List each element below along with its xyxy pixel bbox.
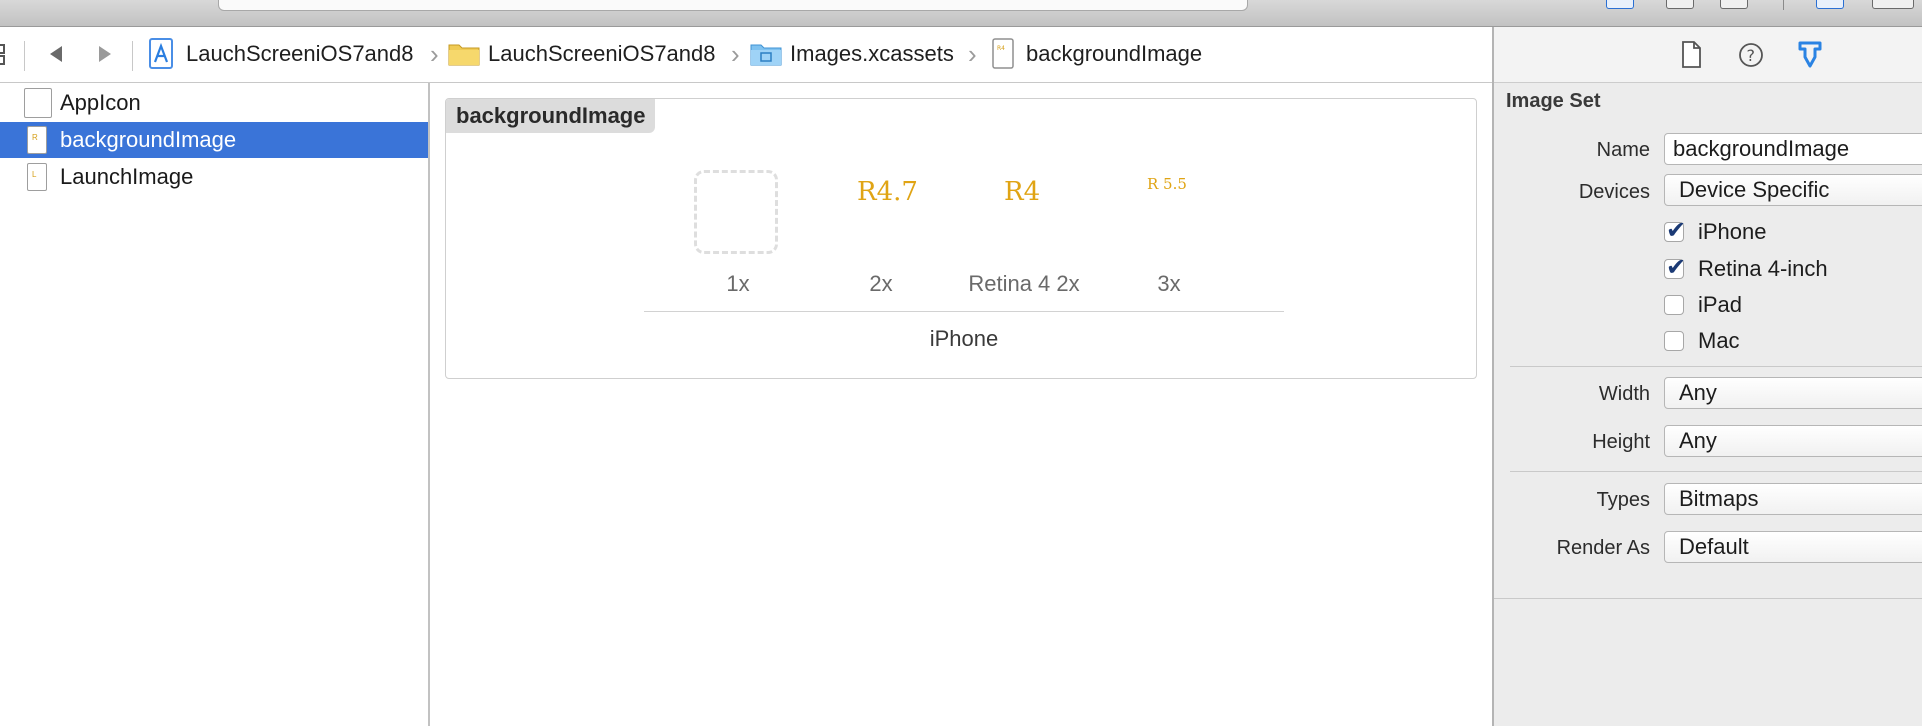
folder-icon (448, 44, 480, 66)
mac-checkbox[interactable] (1664, 331, 1684, 351)
retina4-checkbox[interactable]: ✔ (1664, 254, 1686, 281)
inspector-divider (1510, 471, 1922, 472)
asset-list: AppIcon R backgroundImage L LaunchImage (0, 83, 430, 726)
jump-bar-project[interactable]: LauchScreeniOS7and8 (186, 41, 414, 67)
image-slot-retina4-2x[interactable]: R4 (964, 159, 1084, 279)
device-group-label: iPhone (929, 326, 999, 351)
attributes-inspector-icon[interactable] (1796, 40, 1824, 70)
devices-popup[interactable]: Device Specific (1664, 174, 1922, 206)
device-group-divider (644, 311, 1284, 312)
jump-bar-catalog[interactable]: Images.xcassets (790, 41, 954, 67)
jump-bar: LauchScreeniOS7and8 › LauchScreeniOS7and… (0, 27, 1492, 83)
slot-image-glyph: R 5.5 (1147, 175, 1187, 193)
image-slot-2x[interactable]: R4.7 (821, 159, 941, 279)
slot-label: 1x (726, 271, 750, 296)
width-label: Width (1598, 383, 1650, 405)
list-item-backgroundimage[interactable]: R backgroundImage (0, 122, 428, 158)
editor-assistant-button[interactable] (1666, 0, 1694, 9)
jump-bar-group[interactable]: LauchScreeniOS7and8 (488, 41, 716, 67)
iphone-checkbox[interactable]: ✔ (1664, 217, 1686, 244)
breadcrumb-chevron-icon: › (968, 39, 977, 69)
toolbar-divider (1783, 0, 1784, 10)
utilities-toggle-button[interactable] (1872, 0, 1914, 9)
image-set-title: backgroundImage (446, 99, 656, 133)
jump-bar-divider (24, 41, 25, 71)
types-label: Types (1596, 489, 1650, 511)
render-as-popup[interactable]: Default (1664, 531, 1922, 563)
breadcrumb-chevron-icon: › (731, 39, 740, 69)
slot-label: 2x (869, 271, 893, 296)
asset-catalog-folder-icon (750, 44, 782, 66)
jump-bar-group-label: LauchScreeniOS7and8 (488, 41, 716, 66)
jump-bar-divider (132, 41, 133, 71)
breadcrumb-chevron-icon: › (430, 39, 439, 69)
jump-bar-asset-label: backgroundImage (1026, 41, 1203, 66)
slot-label: 3x (1157, 271, 1181, 296)
launch-image-icon: L (27, 163, 47, 191)
svg-text:R4: R4 (997, 45, 1005, 52)
navigator-toggle-button[interactable] (1816, 0, 1844, 9)
forward-arrow-icon[interactable] (95, 43, 115, 65)
list-item-label: AppIcon (60, 90, 141, 115)
project-icon (149, 38, 173, 69)
ipad-checkbox[interactable] (1664, 295, 1684, 315)
editor-version-button[interactable] (1720, 0, 1748, 9)
image-set-panel: backgroundImage 1x R4.7 2x R4 Retina 4 2… (445, 98, 1477, 379)
render-as-label: Render As (1556, 537, 1650, 559)
inspector-section-heading: Image Set (1506, 90, 1601, 112)
inspector-tab-bar: ? (1494, 27, 1922, 83)
editor-standard-button[interactable] (1606, 0, 1634, 9)
inspector-divider (1494, 598, 1922, 599)
checkbox-label: iPhone (1698, 219, 1767, 244)
slot-label: Retina 4 2x (968, 271, 1080, 296)
app-icon-thumbnail (24, 88, 52, 118)
svg-text:?: ? (1747, 46, 1756, 65)
jump-bar-catalog-label: Images.xcassets (790, 41, 954, 66)
back-arrow-icon[interactable] (46, 43, 66, 65)
types-popup[interactable]: Bitmaps (1664, 483, 1922, 515)
slot-image-glyph: R4 (1004, 177, 1041, 207)
list-item-label: LaunchImage (60, 164, 194, 189)
image-set-icon: R4 (992, 38, 1014, 69)
slot-image-glyph: R4.7 (857, 177, 918, 207)
activity-viewer (218, 0, 1248, 11)
name-field[interactable]: backgroundImage (1664, 133, 1922, 165)
list-item-label: backgroundImage (60, 127, 237, 152)
image-slot-3x[interactable]: R 5.5 (1109, 159, 1229, 279)
image-set-icon: R (27, 126, 47, 154)
toolbar (0, 0, 1922, 27)
jump-bar-asset[interactable]: backgroundImage (1026, 41, 1202, 67)
devices-label: Devices (1578, 181, 1650, 203)
name-label: Name (1596, 139, 1650, 161)
file-inspector-icon[interactable] (1678, 40, 1706, 70)
asset-editor: backgroundImage 1x R4.7 2x R4 Retina 4 2… (430, 83, 1492, 726)
attributes-inspector: ? Image Set Name backgroundImage Devices… (1492, 27, 1922, 726)
height-label: Height (1592, 431, 1650, 453)
checkbox-label: Mac (1698, 328, 1740, 353)
checkbox-label: Retina 4-inch (1698, 256, 1828, 281)
list-item-appicon[interactable]: AppIcon (0, 85, 428, 121)
quick-help-icon[interactable]: ? (1737, 40, 1765, 70)
width-popup[interactable]: Any (1664, 377, 1922, 409)
jump-bar-project-label: LauchScreeniOS7and8 (186, 41, 414, 66)
image-slot-1x[interactable] (678, 159, 798, 279)
inspector-divider (1510, 366, 1922, 367)
height-popup[interactable]: Any (1664, 425, 1922, 457)
related-items-icon[interactable] (0, 41, 14, 71)
empty-slot-placeholder (694, 170, 778, 254)
checkbox-label: iPad (1698, 292, 1743, 317)
list-item-launchimage[interactable]: L LaunchImage (0, 159, 428, 195)
